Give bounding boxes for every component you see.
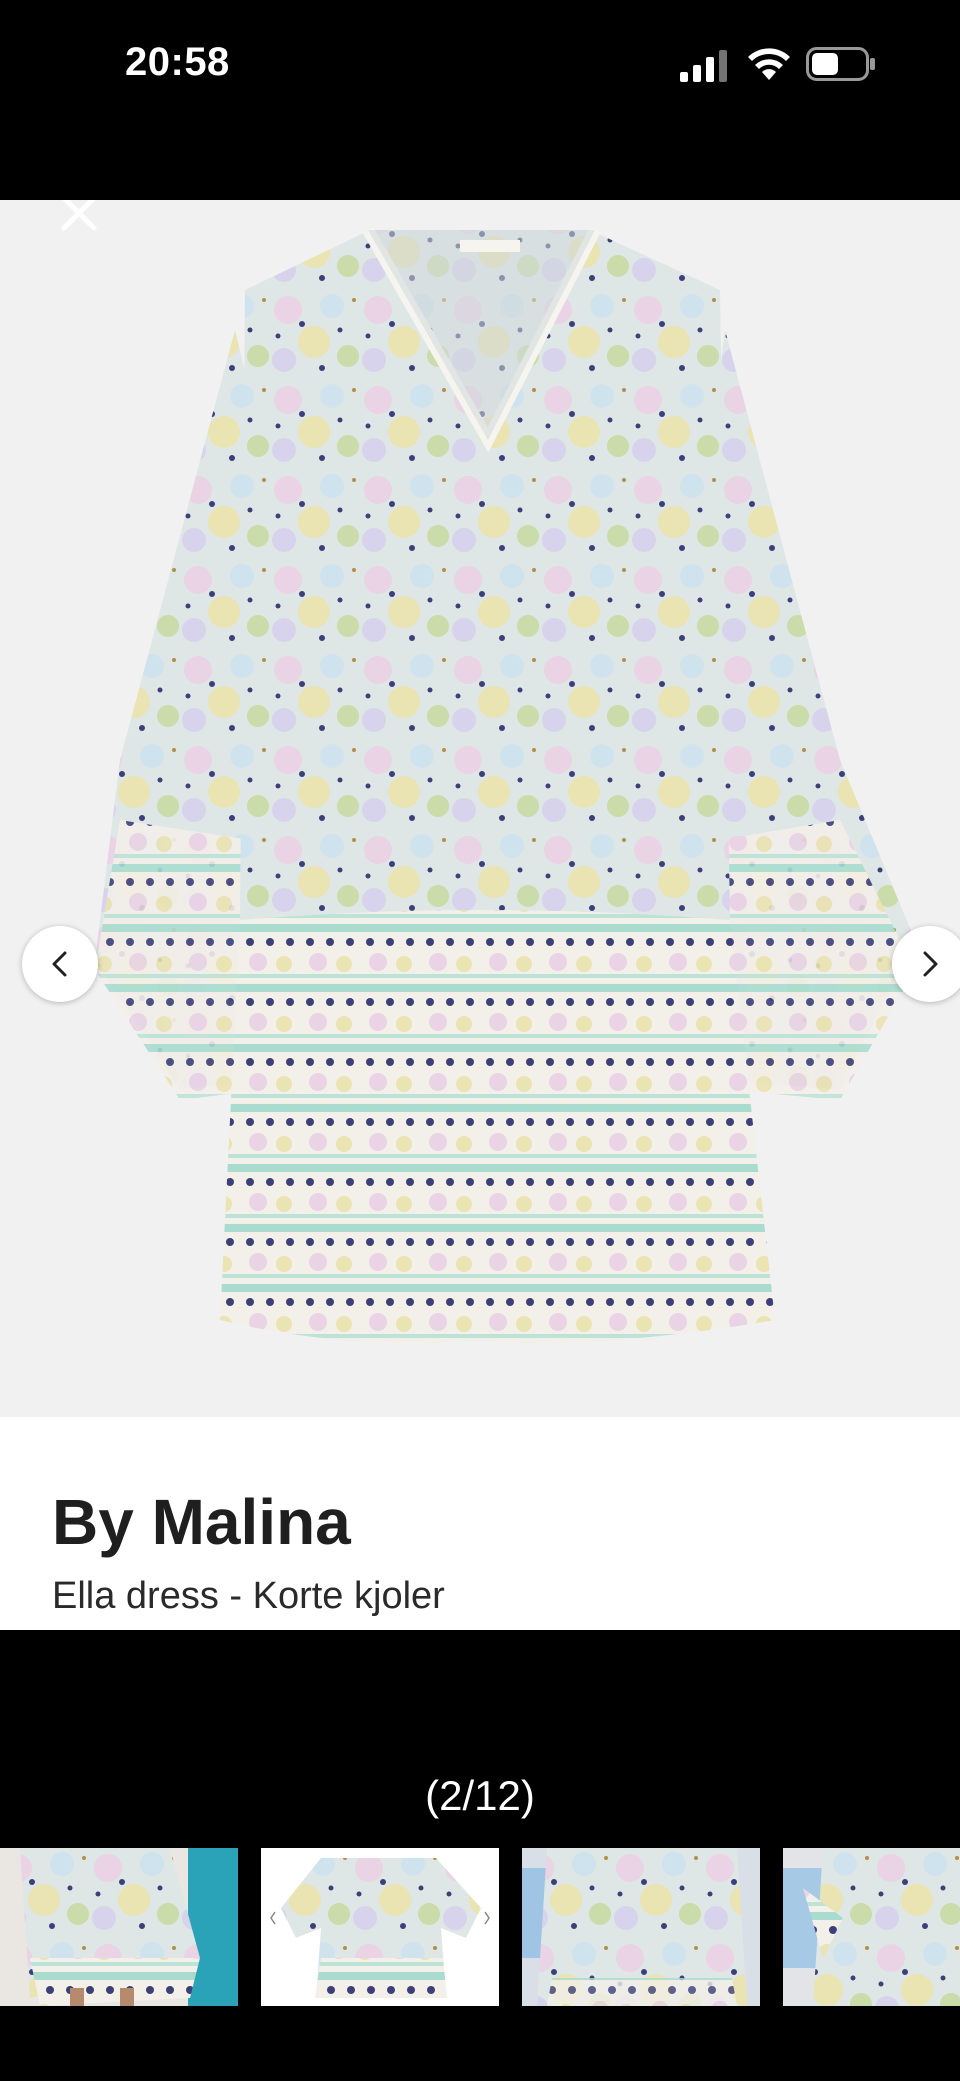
battery-icon	[806, 47, 875, 81]
product-name: Ella dress - Korte kjoler	[52, 1575, 445, 1617]
brand-name: By Malina	[52, 1486, 351, 1558]
next-image-button[interactable]	[892, 926, 960, 1002]
product-photo[interactable]	[0, 200, 960, 1417]
status-time: 20:58	[125, 40, 230, 84]
product-viewer: By Malina Ella dress - Korte kjoler	[0, 200, 960, 1630]
wifi-icon	[748, 48, 790, 80]
gallery-counter: (2/12)	[425, 1772, 535, 1819]
product-info: By Malina Ella dress - Korte kjoler	[0, 1417, 960, 1630]
close-icon[interactable]	[58, 200, 100, 234]
thumbnail-3[interactable]	[522, 1848, 760, 2006]
dress-image	[95, 227, 915, 1343]
chevron-left-icon	[52, 951, 67, 977]
thumbnail-2[interactable]	[261, 1848, 499, 2006]
chevron-right-icon	[923, 951, 938, 977]
previous-image-button[interactable]	[22, 926, 98, 1002]
status-bar: 20:58	[0, 0, 960, 200]
thumbnail-1[interactable]	[0, 1848, 238, 2006]
signal-icon	[680, 50, 727, 82]
thumbnail-strip[interactable]	[0, 1848, 960, 2006]
thumbnail-4[interactable]	[783, 1848, 960, 2006]
